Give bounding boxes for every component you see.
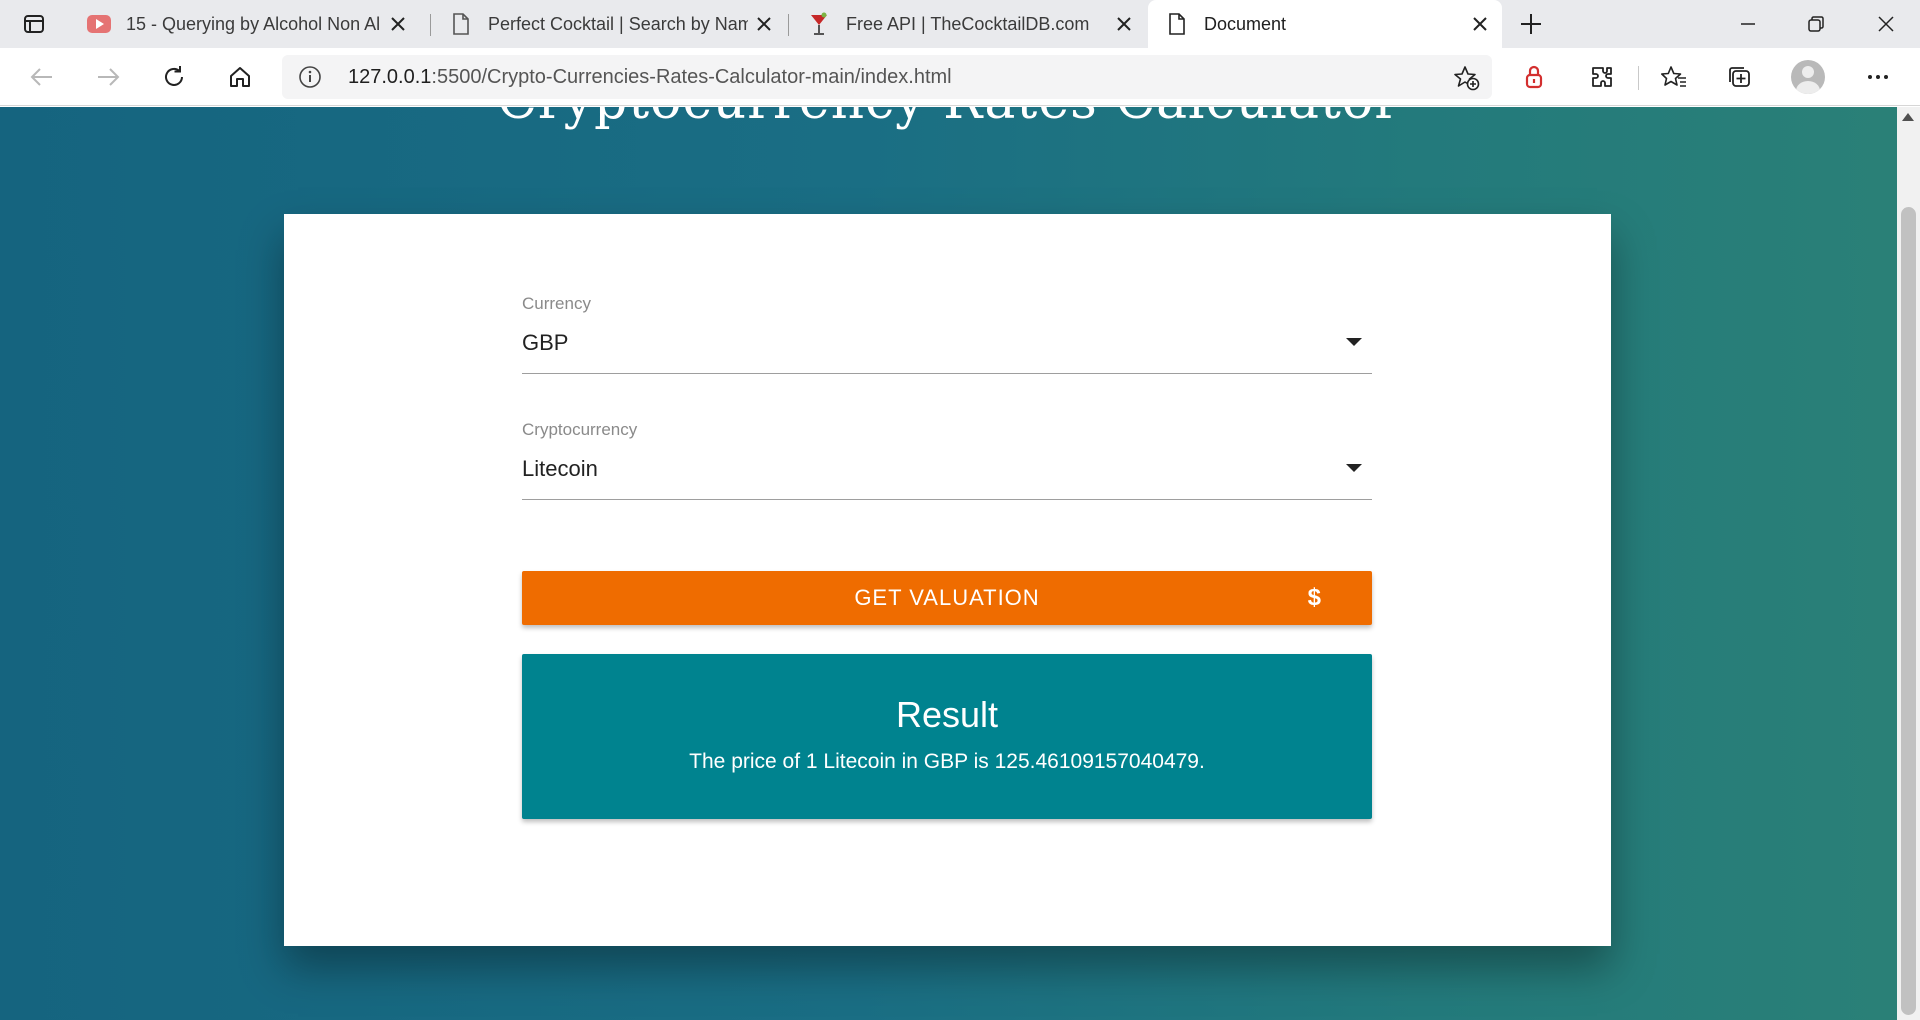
scroll-up-icon[interactable]	[1902, 113, 1914, 121]
collections-icon[interactable]	[1720, 58, 1760, 96]
favorites-icon[interactable]	[1654, 58, 1694, 96]
minimize-icon[interactable]	[1714, 0, 1782, 48]
close-icon[interactable]	[748, 8, 780, 40]
restore-icon[interactable]	[1782, 0, 1850, 48]
url-text[interactable]: 127.0.0.1:5500/Crypto-Currencies-Rates-C…	[348, 66, 952, 89]
tab-divider	[788, 14, 789, 36]
dropdown-caret-icon	[1346, 338, 1362, 346]
currency-label: Currency	[522, 294, 591, 313]
tab-document[interactable]: Document	[1148, 0, 1502, 48]
currency-field: Currency GBP	[522, 294, 1372, 374]
currency-select[interactable]: GBP	[522, 328, 1372, 374]
tab-title: Free API | TheCocktailDB.com	[846, 13, 1090, 34]
tracking-prevention-icon[interactable]	[1514, 58, 1554, 96]
page-icon	[448, 11, 474, 37]
add-favorite-icon[interactable]	[1452, 63, 1482, 93]
url-path: :5500/Crypto-Currencies-Rates-Calculator…	[431, 66, 952, 88]
scrollbar-thumb[interactable]	[1901, 207, 1916, 1015]
result-text: The price of 1 Litecoin in GBP is 125.46…	[689, 750, 1205, 773]
tab-title: Perfect Cocktail | Search by Nam	[488, 13, 748, 34]
cryptocurrency-value: Litecoin	[522, 456, 598, 481]
browser-toolbar: 127.0.0.1:5500/Crypto-Currencies-Rates-C…	[0, 48, 1920, 106]
address-bar[interactable]: 127.0.0.1:5500/Crypto-Currencies-Rates-C…	[282, 55, 1492, 99]
profile-avatar[interactable]	[1788, 58, 1828, 96]
forward-icon[interactable]	[88, 58, 128, 96]
result-title: Result	[895, 694, 999, 735]
close-icon[interactable]	[1464, 8, 1496, 40]
tab-free-api-cocktaildb[interactable]: Free API | TheCocktailDB.com	[790, 0, 1146, 48]
extensions-icon[interactable]	[1582, 58, 1622, 96]
tab-perfect-cocktail[interactable]: Perfect Cocktail | Search by Nam	[432, 0, 786, 48]
cryptocurrency-select[interactable]: Litecoin	[522, 454, 1372, 500]
tab-actions-icon[interactable]	[14, 8, 54, 40]
result-panel: Result The price of 1 Litecoin in GBP is…	[522, 654, 1372, 819]
cryptocurrency-label: Cryptocurrency	[522, 420, 638, 439]
more-menu-icon[interactable]	[1858, 58, 1898, 96]
toolbar-divider	[1638, 66, 1639, 90]
tab-querying-alcohol[interactable]: 15 - Querying by Alcohol Non Al	[70, 0, 420, 48]
get-valuation-label: GET VALUATION	[854, 585, 1040, 610]
tab-title: 15 - Querying by Alcohol Non Al	[126, 13, 381, 34]
dollar-icon: $	[1307, 584, 1322, 611]
youtube-icon	[86, 11, 112, 37]
page-viewport: Cryptocurrency Rates Calculator Currency…	[0, 107, 1897, 1020]
get-valuation-button[interactable]: GET VALUATION $	[522, 571, 1372, 625]
tab-title: Document	[1204, 13, 1287, 34]
tab-strip: 15 - Querying by Alcohol Non Al Perfect …	[0, 0, 1920, 48]
calculator-card: Currency GBP Cryptocurrency Litecoin GET…	[284, 214, 1611, 946]
cocktail-icon	[806, 11, 832, 37]
page-title: Cryptocurrency Rates Calculator	[0, 107, 1897, 131]
new-tab-icon[interactable]	[1512, 6, 1550, 42]
vertical-scrollbar[interactable]	[1897, 107, 1920, 1020]
home-icon[interactable]	[220, 58, 260, 96]
currency-value: GBP	[522, 330, 569, 355]
cryptocurrency-field: Cryptocurrency Litecoin	[522, 420, 1372, 500]
tab-divider	[430, 14, 431, 36]
close-icon[interactable]	[382, 8, 414, 40]
url-host: 127.0.0.1	[348, 66, 432, 88]
avatar-icon	[1791, 60, 1825, 94]
back-icon[interactable]	[22, 58, 62, 96]
window-close-icon[interactable]	[1852, 0, 1920, 48]
page-icon	[1164, 11, 1190, 37]
refresh-icon[interactable]	[154, 58, 194, 96]
close-icon[interactable]	[1108, 8, 1140, 40]
dropdown-caret-icon	[1346, 464, 1362, 472]
info-icon[interactable]	[296, 63, 324, 91]
